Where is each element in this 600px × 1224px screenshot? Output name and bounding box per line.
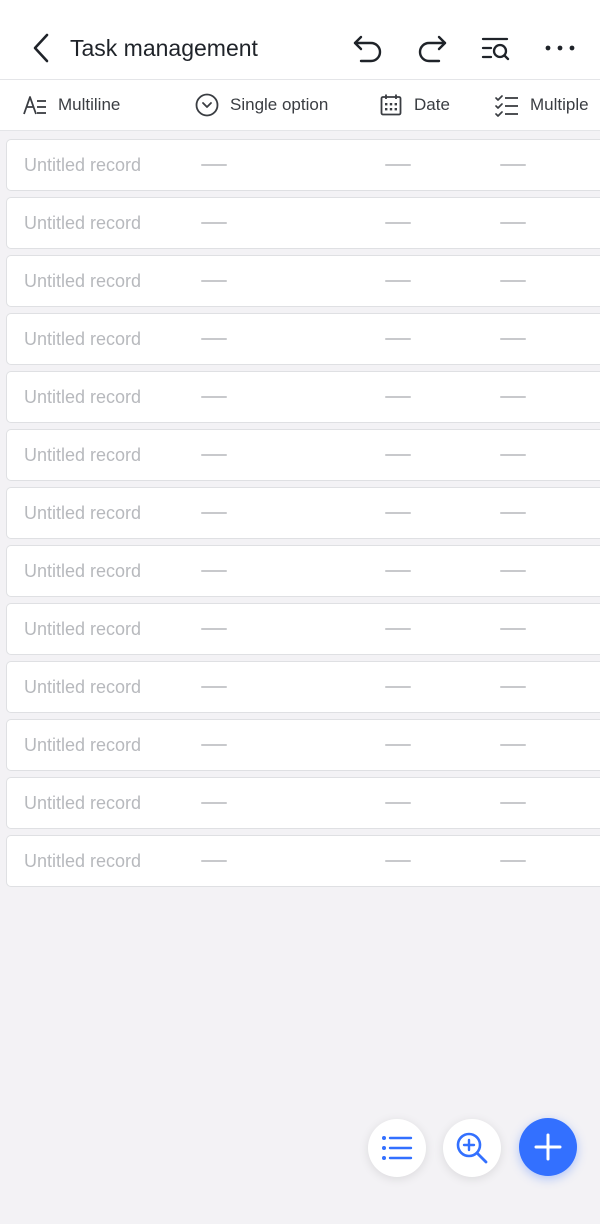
list-icon xyxy=(382,1136,413,1160)
empty-value-dash xyxy=(385,570,411,572)
record-row[interactable]: Untitled record xyxy=(6,139,600,191)
empty-value-dash xyxy=(201,512,227,514)
record-title: Untitled record xyxy=(24,271,142,291)
empty-value-dash xyxy=(201,164,227,166)
empty-value-dash xyxy=(500,860,526,862)
empty-value-dash xyxy=(201,802,227,804)
empty-value-dash xyxy=(385,802,411,804)
record-row[interactable]: Untitled record xyxy=(6,661,600,713)
empty-value-dash xyxy=(385,164,411,166)
empty-value-dash xyxy=(385,222,411,224)
more-icon xyxy=(545,45,575,51)
filter-search-button[interactable] xyxy=(476,28,516,68)
record-title: Untitled record xyxy=(24,561,142,581)
empty-value-dash xyxy=(500,628,526,630)
field-header-single-option[interactable]: Single option xyxy=(194,80,328,130)
record-title: Untitled record xyxy=(24,677,142,697)
zoom-in-search-icon xyxy=(456,1132,488,1164)
empty-value-dash xyxy=(201,744,227,746)
multiline-text-icon xyxy=(22,92,48,118)
field-label: Date xyxy=(414,95,450,114)
empty-value-dash xyxy=(201,222,227,224)
calendar-icon xyxy=(378,92,404,118)
field-label: Multiline xyxy=(58,95,121,114)
add-record-button[interactable] xyxy=(519,1118,577,1176)
page-title: Task management xyxy=(70,35,258,61)
empty-value-dash xyxy=(201,686,227,688)
empty-value-dash xyxy=(385,744,411,746)
empty-value-dash xyxy=(500,686,526,688)
record-row[interactable]: Untitled record xyxy=(6,603,600,655)
field-header-multiple[interactable]: Multiple xyxy=(494,80,589,130)
undo-button[interactable] xyxy=(348,28,388,68)
empty-value-dash xyxy=(201,338,227,340)
empty-value-dash xyxy=(385,512,411,514)
empty-value-dash xyxy=(201,570,227,572)
empty-value-dash xyxy=(201,860,227,862)
empty-value-dash xyxy=(201,628,227,630)
empty-value-dash xyxy=(385,280,411,282)
record-row[interactable]: Untitled record xyxy=(6,719,600,771)
empty-value-dash xyxy=(385,338,411,340)
empty-value-dash xyxy=(500,454,526,456)
list-search-icon xyxy=(481,37,510,61)
list-view-button[interactable] xyxy=(368,1119,426,1177)
empty-value-dash xyxy=(385,686,411,688)
empty-value-dash xyxy=(385,628,411,630)
empty-value-dash xyxy=(385,860,411,862)
record-title: Untitled record xyxy=(24,851,142,871)
back-button[interactable] xyxy=(26,30,56,66)
record-title: Untitled record xyxy=(24,155,142,175)
empty-value-dash xyxy=(385,454,411,456)
record-title: Untitled record xyxy=(24,503,142,523)
record-title: Untitled record xyxy=(24,213,142,233)
empty-value-dash xyxy=(500,802,526,804)
multiple-option-icon xyxy=(494,92,520,118)
empty-value-dash xyxy=(201,396,227,398)
record-title: Untitled record xyxy=(24,387,142,407)
record-title: Untitled record xyxy=(24,735,142,755)
record-row[interactable]: Untitled record xyxy=(6,777,600,829)
empty-value-dash xyxy=(500,280,526,282)
record-row[interactable]: Untitled record xyxy=(6,487,600,539)
record-row[interactable]: Untitled record xyxy=(6,197,600,249)
record-title: Untitled record xyxy=(24,619,142,639)
plus-icon xyxy=(534,1133,562,1161)
redo-icon xyxy=(418,35,447,63)
record-row[interactable]: Untitled record xyxy=(6,255,600,307)
field-label: Single option xyxy=(230,95,329,114)
record-title: Untitled record xyxy=(24,329,142,349)
empty-value-dash xyxy=(500,512,526,514)
top-bar: Task management xyxy=(0,0,600,80)
empty-value-dash xyxy=(500,570,526,572)
search-button[interactable] xyxy=(443,1119,501,1177)
record-row[interactable]: Untitled record xyxy=(6,545,600,597)
empty-value-dash xyxy=(500,396,526,398)
single-option-icon xyxy=(194,92,220,118)
empty-value-dash xyxy=(201,454,227,456)
empty-value-dash xyxy=(500,222,526,224)
record-title: Untitled record xyxy=(24,445,142,465)
field-header-date[interactable]: Date xyxy=(378,80,450,130)
field-header-multiline[interactable]: Multiline xyxy=(22,80,120,130)
undo-icon xyxy=(353,35,382,63)
empty-value-dash xyxy=(385,396,411,398)
chevron-left-icon xyxy=(33,33,49,63)
record-row[interactable]: Untitled record xyxy=(6,835,600,887)
field-header-bar: Multiline Single option Date Multiple xyxy=(0,80,600,131)
field-label: Multiple xyxy=(530,95,589,114)
empty-value-dash xyxy=(201,280,227,282)
empty-value-dash xyxy=(500,338,526,340)
empty-value-dash xyxy=(500,164,526,166)
record-row[interactable]: Untitled record xyxy=(6,371,600,423)
redo-button[interactable] xyxy=(412,28,452,68)
empty-value-dash xyxy=(500,744,526,746)
record-row[interactable]: Untitled record xyxy=(6,313,600,365)
record-title: Untitled record xyxy=(24,793,142,813)
record-row[interactable]: Untitled record xyxy=(6,429,600,481)
more-button[interactable] xyxy=(540,28,580,68)
